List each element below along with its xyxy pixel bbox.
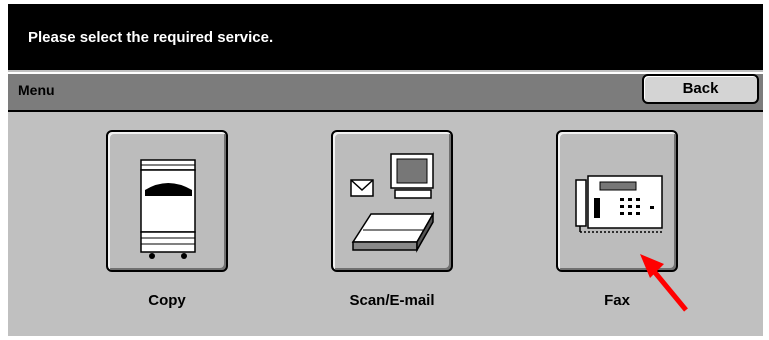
instruction-bar: Please select the required service.: [8, 4, 763, 70]
copy-button[interactable]: [106, 130, 228, 272]
back-button[interactable]: Back: [642, 74, 759, 104]
scanner-email-icon: [350, 153, 435, 253]
red-arrow-pointer-icon: [640, 254, 688, 312]
menu-label: Menu: [18, 82, 55, 98]
service-copy: Copy: [106, 130, 232, 309]
scan-email-label: Scan/E-mail: [349, 292, 435, 309]
service-scan-email: Scan/E-mail: [331, 130, 457, 309]
copier-icon: [140, 159, 196, 259]
instruction-text: Please select the required service.: [28, 29, 274, 46]
scan-email-button[interactable]: [331, 130, 453, 272]
menu-bar: Menu Back: [8, 72, 763, 112]
copy-label: Copy: [148, 292, 186, 309]
